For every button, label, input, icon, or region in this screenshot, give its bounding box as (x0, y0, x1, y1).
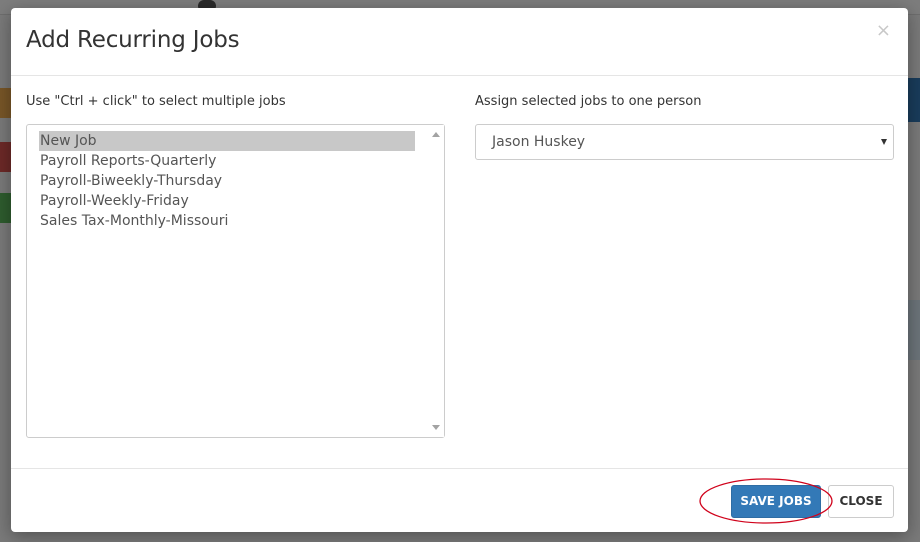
chevron-down-icon (881, 139, 887, 145)
save-jobs-button[interactable]: SAVE JOBS (731, 485, 821, 518)
scroll-down-icon[interactable] (432, 425, 440, 430)
modal-title: Add Recurring Jobs (26, 27, 240, 53)
jobs-list-label: Use "Ctrl + click" to select multiple jo… (26, 94, 286, 109)
close-button[interactable]: CLOSE (828, 485, 894, 518)
scroll-up-icon[interactable] (432, 132, 440, 137)
modal-footer: SAVE JOBS CLOSE (11, 468, 908, 532)
modal-header: Add Recurring Jobs × (11, 8, 908, 76)
jobs-multiselect[interactable]: New Job Payroll Reports-Quarterly Payroll-… (26, 124, 445, 438)
selected-person: Jason Huskey (492, 134, 586, 150)
job-option[interactable]: Sales Tax-Monthly-Missouri (39, 211, 415, 231)
add-recurring-jobs-modal: Add Recurring Jobs × Use "Ctrl + click" … (11, 8, 908, 532)
job-option[interactable]: Payroll-Weekly-Friday (39, 191, 415, 211)
job-option[interactable]: Payroll Reports-Quarterly (39, 151, 415, 171)
close-icon[interactable]: × (876, 22, 891, 40)
jobs-list-items: New Job Payroll Reports-Quarterly Payroll-… (39, 131, 415, 231)
job-option[interactable]: New Job (39, 131, 415, 151)
jobs-list-scrollbar[interactable] (428, 125, 444, 437)
job-option[interactable]: Payroll-Biweekly-Thursday (39, 171, 415, 191)
assign-person-label: Assign selected jobs to one person (475, 94, 702, 109)
assign-person-select[interactable]: Jason Huskey (475, 124, 894, 160)
